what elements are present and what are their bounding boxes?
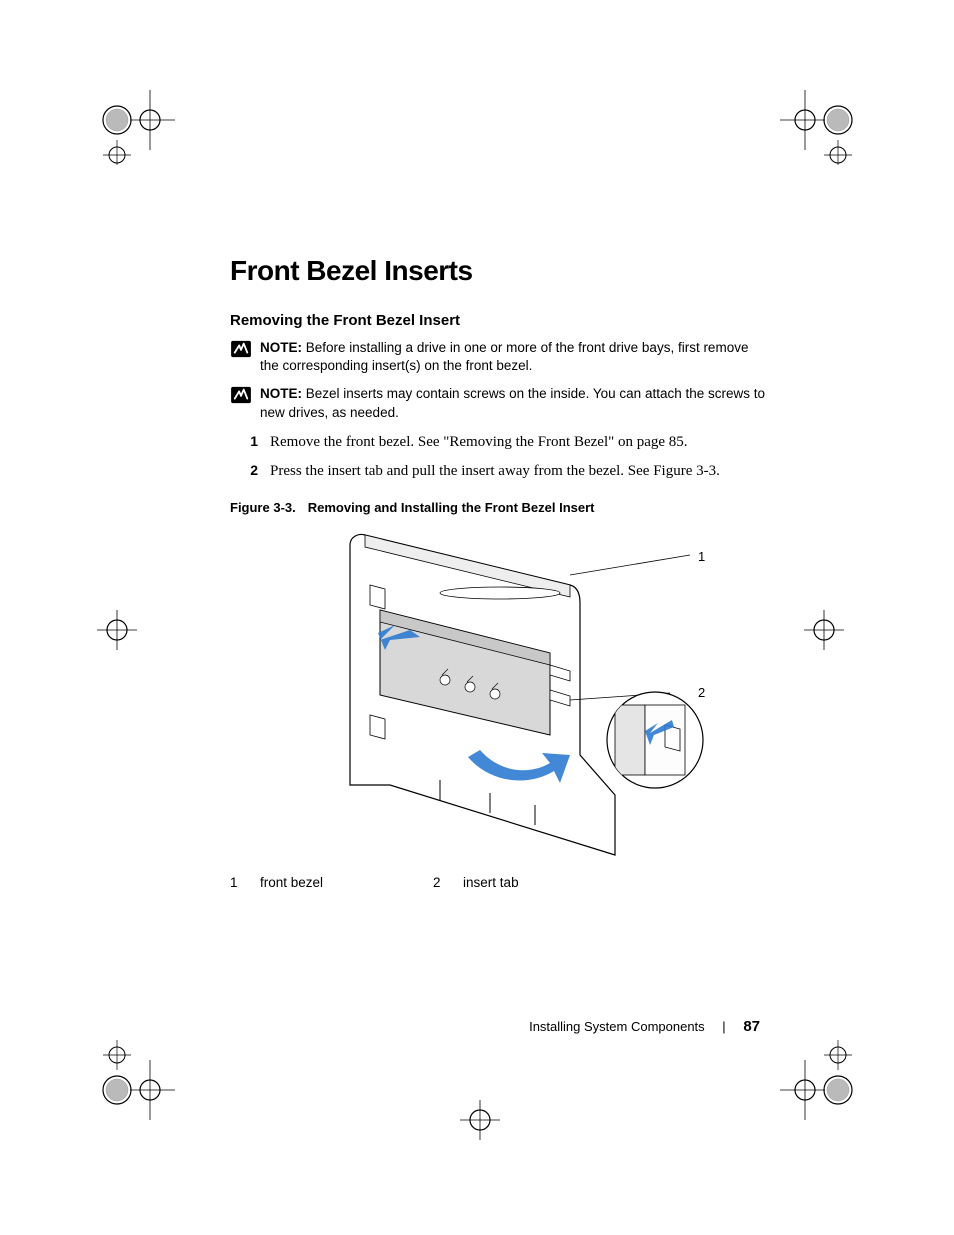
- note-body: Before installing a drive in one or more…: [260, 340, 748, 373]
- note-icon: [230, 386, 252, 404]
- crop-mark-icon: [780, 85, 860, 165]
- note-block: NOTE: Before installing a drive in one o…: [230, 339, 770, 375]
- note-block: NOTE: Bezel inserts may contain screws o…: [230, 385, 770, 421]
- step-item: 1 Remove the front bezel. See "Removing …: [230, 432, 770, 453]
- crop-mark-icon: [95, 1040, 175, 1120]
- footer-separator: |: [722, 1019, 725, 1034]
- crop-mark-icon: [95, 590, 175, 670]
- legend-number: 1: [230, 875, 260, 890]
- steps-list: 1 Remove the front bezel. See "Removing …: [230, 432, 770, 482]
- step-number: 2: [230, 461, 270, 481]
- figure-label: Figure 3-3.: [230, 500, 296, 515]
- step-item: 2 Press the insert tab and pull the inse…: [230, 461, 770, 482]
- step-number: 1: [230, 432, 270, 452]
- note-body: Bezel inserts may contain screws on the …: [260, 386, 765, 419]
- step-text: Press the insert tab and pull the insert…: [270, 461, 770, 482]
- legend-text: front bezel: [260, 875, 323, 890]
- page-heading: Front Bezel Inserts: [230, 255, 770, 287]
- figure-callout-1: 1: [698, 549, 705, 564]
- legend-item: 1 front bezel: [230, 875, 323, 890]
- page-footer: Installing System Components | 87: [0, 1018, 760, 1035]
- step-text: Remove the front bezel. See "Removing th…: [270, 432, 770, 453]
- figure-legend: 1 front bezel 2 insert tab: [230, 875, 770, 890]
- note-icon: [230, 340, 252, 358]
- legend-text: insert tab: [463, 875, 519, 890]
- footer-section: Installing System Components: [529, 1019, 705, 1034]
- legend-number: 2: [433, 875, 463, 890]
- figure-title: Removing and Installing the Front Bezel …: [308, 500, 595, 515]
- figure-caption: Figure 3-3. Removing and Installing the F…: [230, 500, 770, 515]
- crop-mark-icon: [440, 1080, 520, 1160]
- legend-item: 2 insert tab: [433, 875, 519, 890]
- page-number: 87: [743, 1018, 760, 1035]
- crop-mark-icon: [780, 1040, 860, 1120]
- crop-mark-icon: [95, 85, 175, 165]
- note-label: NOTE:: [260, 340, 302, 355]
- figure-callout-2: 2: [698, 685, 705, 700]
- figure-illustration: 1 2: [270, 525, 730, 865]
- note-label: NOTE:: [260, 386, 302, 401]
- section-subheading: Removing the Front Bezel Insert: [230, 312, 770, 329]
- crop-mark-icon: [802, 590, 882, 670]
